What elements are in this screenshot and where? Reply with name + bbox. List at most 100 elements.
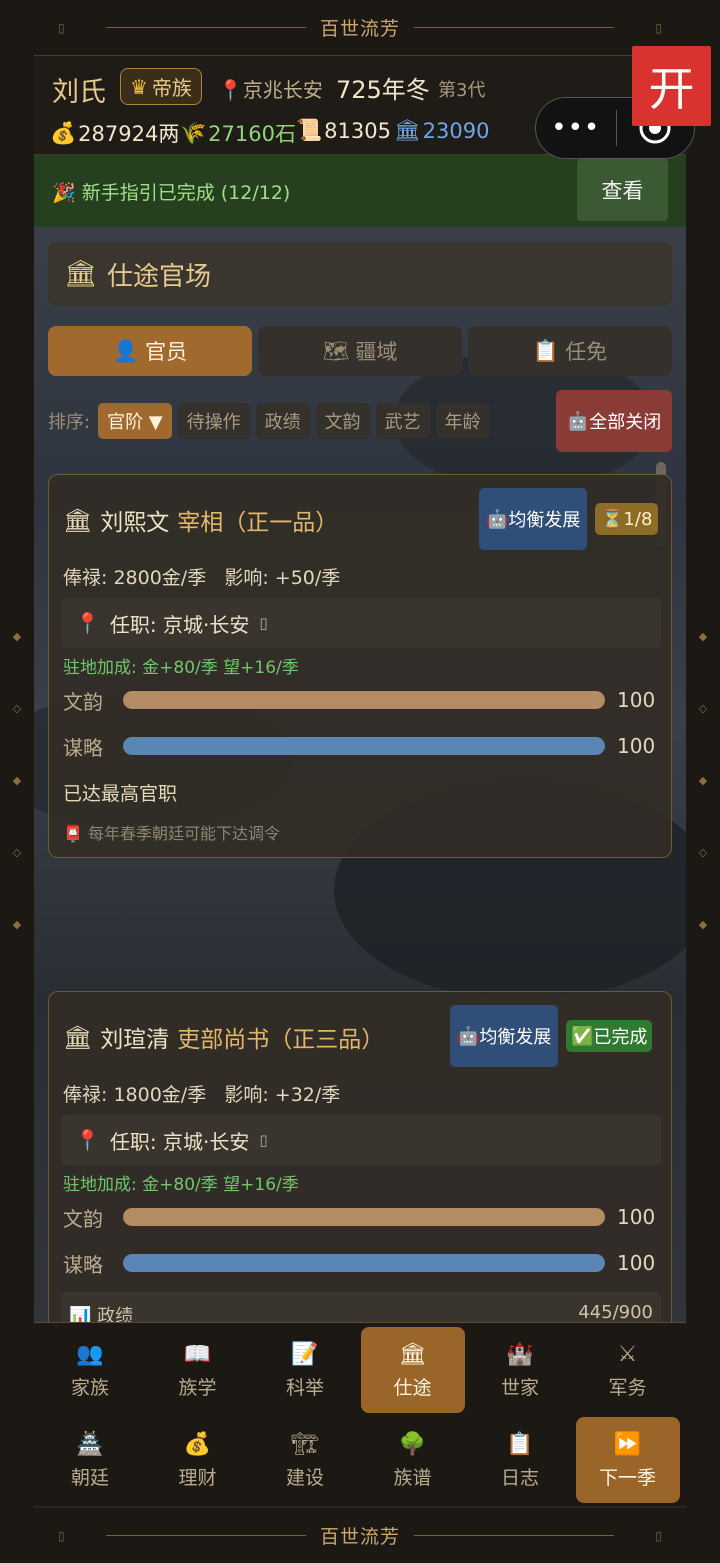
sort-pending[interactable]: 待操作 (177, 403, 250, 439)
bottom-nav: 👥 家族 📖 族学 📝 科举 🏛 仕途 🏰 世家 ⚔ 军务 🏯 朝廷 💰 理财 🏗 建设 🌳 族谱 📋 日志 ⏩ 下一季 (34, 1322, 686, 1506)
grain-icon: 🌾 (180, 120, 207, 145)
strategy-button[interactable]: 🤖 均衡发展 (450, 1005, 559, 1067)
grain-stat: 🌾 27160石 (180, 120, 296, 147)
bar-end-ornament: ▯ (655, 1528, 662, 1543)
current-year: 725年冬 (336, 76, 430, 104)
nav-item-6[interactable]: 🏯 朝廷 (38, 1417, 142, 1503)
official-rank: 吏部尚书（正三品） (177, 1027, 385, 1053)
clan-name: 刘氏 (52, 77, 106, 108)
open-button[interactable]: 开 (632, 46, 711, 126)
diamond-ornament: ◇ (12, 846, 22, 859)
strategy-button[interactable]: 🤖 均衡发展 (479, 488, 588, 550)
clipboard-icon: 📋 (532, 338, 560, 363)
nav-item-7[interactable]: 💰 理财 (146, 1417, 250, 1503)
diamond-ornament: ◆ (12, 918, 22, 931)
crane-icon: 🏗 (291, 1432, 319, 1457)
crossed-swords-icon: ⚔ (617, 1342, 638, 1367)
nav-item-3[interactable]: 🏛 仕途 (360, 1327, 465, 1413)
hourglass-icon: ⏳ (601, 508, 624, 530)
game-title: 百世流芳 (319, 18, 400, 40)
family-icon: 👥 (76, 1342, 104, 1367)
salary-line: 俸禄: 1800金/季 影响: +32/季 (63, 1084, 341, 1106)
check-icon: ✅ (571, 1025, 594, 1047)
palace-icon: 🏯 (76, 1432, 104, 1457)
tutorial-banner: 🎉 新手指引已完成 (12/12) 查看 (34, 155, 686, 227)
tab-bar: 👤 官员 🗺 疆域 📋 任免 (48, 326, 672, 376)
sort-label: 排序: (48, 412, 91, 433)
prestige-stat: 🏛 23090 (394, 118, 490, 143)
location-bonus: 驻地加成: 金+80/季 望+16/季 (63, 658, 299, 678)
tutorial-status: 🎉 新手指引已完成 (12/12) (52, 181, 291, 204)
official-title: 🏛 刘熙文 宰相（正一品） (63, 503, 338, 537)
pin-icon: 📍 (218, 78, 243, 102)
government-building-icon: 🏛 (398, 1342, 427, 1367)
sort-performance[interactable]: 政绩 (255, 403, 310, 439)
nav-label: 建设 (285, 1466, 324, 1489)
close-all-button[interactable]: 🤖 全部关闭 (556, 390, 672, 452)
left-border: ◆ ◇ ◆ ◇ ◆ (0, 0, 34, 1563)
robot-icon: 🤖 (486, 508, 509, 530)
post-row[interactable]: 📍 任职: 京城·长安 ▯ (61, 1115, 661, 1165)
edit-icon: ▯ (259, 1131, 268, 1149)
tab-territory[interactable]: 🗺 疆域 (258, 326, 462, 376)
official-card: 🏛 刘瑄清 吏部尚书（正三品） 🤖 均衡发展 ✅ 已完成 俸禄: 1800金/季 影… (48, 991, 672, 1371)
scroll-stat: 📜 81305 (296, 118, 391, 143)
location-bonus: 驻地加成: 金+80/季 望+16/季 (63, 1175, 299, 1195)
official-title: 🏛 刘瑄清 吏部尚书（正三品） (63, 1020, 384, 1054)
person-icon: 👤 (112, 338, 140, 363)
pin-icon: 📍 (75, 1128, 100, 1152)
more-button[interactable]: ••• (536, 113, 616, 143)
court-notice: 📮 每年春季朝廷可能下达调令 (63, 824, 281, 843)
stat-literary: 文韵 100 (63, 688, 656, 714)
money-stat: 💰 287924两 (50, 120, 180, 147)
nav-label: 日志 (500, 1466, 539, 1489)
diamond-ornament: ◆ (12, 774, 22, 787)
tab-officials[interactable]: 👤 官员 (48, 326, 252, 376)
game-title: 百世流芳 (319, 1526, 400, 1548)
tab-appointments[interactable]: 📋 任免 (468, 326, 672, 376)
action-count-badge: ⏳ 1/8 (595, 503, 659, 535)
postbox-icon: 📮 (63, 824, 83, 843)
official-name: 刘瑄清 (100, 1027, 170, 1053)
post-row[interactable]: 📍 任职: 京城·长安 ▯ (61, 598, 661, 648)
classical-building-icon: 🏛 (63, 507, 93, 534)
party-popper-icon: 🎉 (52, 181, 76, 204)
classical-building-icon: 🏛 (394, 118, 421, 142)
money-bag-icon: 💰 (50, 120, 77, 145)
rank-badge: ♛ 帝族 (120, 68, 202, 105)
nav-item-2[interactable]: 📝 科举 (253, 1327, 357, 1413)
nav-item-10[interactable]: 📋 日志 (468, 1417, 572, 1503)
sort-age[interactable]: 年龄 (435, 403, 490, 439)
map-icon: 🗺 (322, 338, 350, 363)
view-guide-button[interactable]: 查看 (577, 159, 668, 221)
nav-item-11[interactable]: ⏩ 下一季 (575, 1417, 680, 1503)
sort-literary[interactable]: 文韵 (315, 403, 370, 439)
nav-item-5[interactable]: ⚔ 军务 (576, 1327, 680, 1413)
sort-rank[interactable]: 官阶 ▼ (98, 403, 172, 439)
right-border: ◆ ◇ ◆ ◇ ◆ (686, 0, 720, 1563)
nav-label: 仕途 (393, 1376, 432, 1399)
app-root: ◆ ◇ ◆ ◇ ◆ ◆ ◇ ◆ ◇ ◆ ▯ 百世流芳 ▯ 刘氏 ♛ 帝族 📍京兆… (0, 0, 720, 1563)
diamond-ornament: ◇ (698, 702, 708, 715)
official-name: 刘熙文 (100, 510, 170, 536)
bar-end-ornament: ▯ (655, 20, 662, 35)
nav-label: 家族 (70, 1376, 109, 1399)
nav-item-9[interactable]: 🌳 族谱 (361, 1417, 465, 1503)
stat-literary-fill (123, 1208, 605, 1226)
nav-item-4[interactable]: 🏰 世家 (468, 1327, 572, 1413)
nav-item-1[interactable]: 📖 族学 (146, 1327, 250, 1413)
fast-forward-icon: ⏩ (613, 1432, 642, 1457)
castle-icon: 🏰 (506, 1342, 534, 1367)
nav-item-0[interactable]: 👥 家族 (38, 1327, 142, 1413)
diamond-ornament: ◆ (698, 918, 708, 931)
nav-item-8[interactable]: 🏗 建设 (253, 1417, 357, 1503)
stat-literary-fill (123, 691, 605, 709)
stat-strategy: 谋略 100 (63, 734, 656, 760)
memo-icon: 📝 (291, 1342, 319, 1367)
completed-badge: ✅ 已完成 (566, 1020, 653, 1052)
section-title: 🏛 仕途官场 (48, 242, 672, 306)
max-rank-note: 已达最高官职 (63, 783, 178, 805)
nav-label: 科举 (285, 1376, 324, 1399)
sort-martial[interactable]: 武艺 (375, 403, 430, 439)
performance-value: 445/900 (578, 1302, 653, 1323)
